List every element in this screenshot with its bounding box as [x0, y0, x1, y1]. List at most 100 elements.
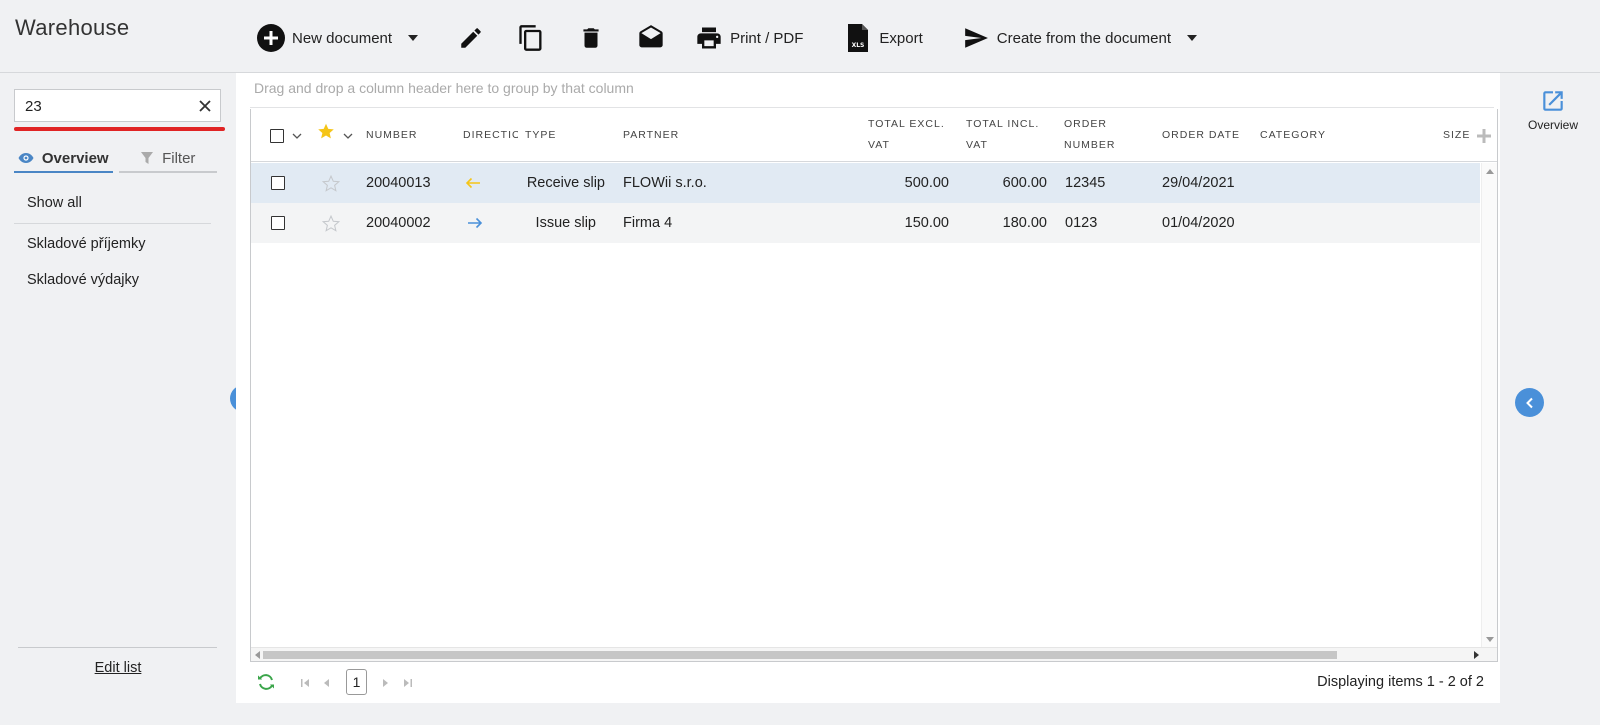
row-checkbox-cell [271, 163, 285, 203]
table-row[interactable]: 20040013 Receive slip FLOWii s.r.o. 500.… [251, 163, 1480, 203]
divider [18, 647, 217, 648]
favorite-star-icon[interactable] [322, 203, 340, 243]
cell-order-number: 0123 [1065, 215, 1098, 231]
row-checkbox[interactable] [271, 176, 285, 190]
cell-number: 20040013 [366, 175, 431, 191]
sidebar-tabs: Overview Filter [14, 145, 217, 173]
sidebar-item-skladove-vydajky[interactable]: Skladové výdajky [14, 268, 211, 304]
col-header-number[interactable]: NUMBER [366, 109, 418, 162]
add-circle-icon [256, 23, 286, 53]
vertical-scrollbar[interactable] [1481, 163, 1497, 648]
cell-type: Issue slip [535, 215, 596, 231]
col-header-total-incl-vat[interactable]: TOTAL INCL. VAT [966, 109, 1039, 162]
favorites-header [317, 109, 353, 162]
scroll-right-icon[interactable] [1474, 651, 1479, 659]
svg-text:XLS: XLS [852, 42, 865, 49]
col-header-type[interactable]: TYPE [525, 109, 556, 162]
top-bar: Warehouse New document Print / PDF XLS E… [0, 0, 1600, 73]
collapse-right-panel-button[interactable] [1515, 388, 1544, 417]
row-checkbox[interactable] [271, 216, 285, 230]
search-input[interactable] [23, 96, 193, 116]
printer-icon [694, 23, 724, 53]
overview-panel-link[interactable]: Overview [1506, 88, 1600, 132]
create-from-document-label: Create from the document [996, 29, 1172, 47]
refresh-icon[interactable] [256, 673, 276, 694]
cell-total-excl: 150.00 [904, 215, 949, 231]
copy-button[interactable] [516, 21, 546, 55]
chevron-down-icon [408, 35, 419, 41]
scroll-down-icon[interactable] [1486, 637, 1494, 642]
col-header-direction[interactable]: DIRECTIO [463, 109, 518, 162]
previous-page-icon[interactable] [322, 675, 330, 691]
new-document-label: New document [292, 29, 393, 47]
grid-header: NUMBER DIRECTIO TYPE PARTNER TOTAL EXCL.… [251, 109, 1497, 162]
cell-total-excl: 500.00 [904, 175, 949, 191]
arrow-left-icon [465, 163, 481, 203]
table-row[interactable]: 20040002 Issue slip Firma 4 150.00 180.0… [251, 203, 1480, 243]
star-filled-icon[interactable] [317, 123, 335, 148]
trash-icon [576, 23, 606, 53]
pager: 1 Displaying items 1 - 2 of 2 [250, 666, 1498, 698]
toolbar: New document Print / PDF XLS Export Crea… [256, 21, 1198, 55]
horizontal-scroll-thumb[interactable] [263, 651, 1337, 659]
next-page-icon[interactable] [382, 675, 390, 691]
app-title: Warehouse [15, 15, 130, 40]
chevron-left-icon [1525, 397, 1533, 408]
send-icon [961, 23, 991, 53]
eye-icon [18, 152, 34, 164]
row-checkbox-cell [271, 203, 285, 243]
chevron-down-icon [1187, 35, 1198, 41]
create-from-document-button[interactable]: Create from the document [961, 21, 1171, 55]
tab-filter-label: Filter [162, 149, 196, 167]
cell-order-number: 12345 [1065, 175, 1106, 191]
scroll-up-icon[interactable] [1486, 169, 1494, 174]
edit-button[interactable] [456, 21, 486, 55]
tab-filter[interactable]: Filter [118, 145, 217, 173]
favorite-star-icon[interactable] [322, 163, 340, 203]
new-document-button[interactable]: New document [256, 21, 392, 55]
pencil-icon [456, 23, 486, 53]
cell-partner: FLOWii s.r.o. [623, 175, 707, 191]
delete-button[interactable] [576, 21, 606, 55]
add-column-icon[interactable] [1476, 109, 1492, 162]
cell-number: 20040002 [366, 215, 431, 231]
sidebar-item-show-all[interactable]: Show all [14, 191, 211, 224]
first-page-icon[interactable] [300, 675, 310, 691]
col-header-total-incl-line1: TOTAL INCL. [966, 118, 1040, 130]
col-header-order-date[interactable]: ORDER DATE [1162, 109, 1240, 162]
col-header-total-incl-line2: VAT [966, 139, 988, 151]
col-header-size[interactable]: SIZE [1443, 109, 1470, 162]
page-info: Displaying items 1 - 2 of 2 [1317, 674, 1484, 690]
horizontal-scrollbar[interactable] [251, 647, 1497, 661]
current-page[interactable]: 1 [346, 669, 367, 695]
select-all-checkbox[interactable] [270, 128, 284, 143]
close-icon[interactable] [196, 97, 214, 115]
col-header-category[interactable]: CATEGORY [1260, 109, 1326, 162]
col-header-partner[interactable]: PARTNER [623, 109, 679, 162]
divider [250, 107, 1494, 108]
chevron-down-icon[interactable] [292, 133, 302, 139]
print-pdf-button[interactable]: Print / PDF [694, 21, 803, 55]
edit-list-link[interactable]: Edit list [0, 660, 236, 676]
scroll-left-icon[interactable] [255, 651, 260, 659]
search-underline [14, 127, 225, 131]
main-panel: Drag and drop a column header here to gr… [236, 73, 1500, 703]
col-header-total-excl-vat[interactable]: TOTAL EXCL. VAT [868, 109, 945, 162]
new-document-dropdown[interactable] [392, 21, 419, 55]
col-header-order-number[interactable]: ORDER NUMBER [1064, 109, 1116, 162]
export-label: Export [879, 29, 923, 47]
create-from-document-dropdown[interactable] [1171, 21, 1198, 55]
export-button[interactable]: XLS Export [843, 21, 923, 55]
tab-overview[interactable]: Overview [14, 145, 113, 173]
col-header-order-number-line1: ORDER [1064, 118, 1107, 130]
xls-file-icon: XLS [843, 23, 873, 53]
cell-type: Receive slip [526, 175, 605, 191]
group-by-hint: Drag and drop a column header here to gr… [254, 80, 634, 96]
send-email-button[interactable] [636, 21, 666, 55]
chevron-down-icon[interactable] [343, 133, 353, 139]
sidebar-item-skladove-prijemky[interactable]: Skladové příjemky [14, 232, 211, 268]
tab-overview-label: Overview [41, 149, 109, 167]
mail-open-icon [636, 23, 666, 53]
documents-grid: NUMBER DIRECTIO TYPE PARTNER TOTAL EXCL.… [250, 109, 1498, 662]
last-page-icon[interactable] [403, 675, 413, 691]
